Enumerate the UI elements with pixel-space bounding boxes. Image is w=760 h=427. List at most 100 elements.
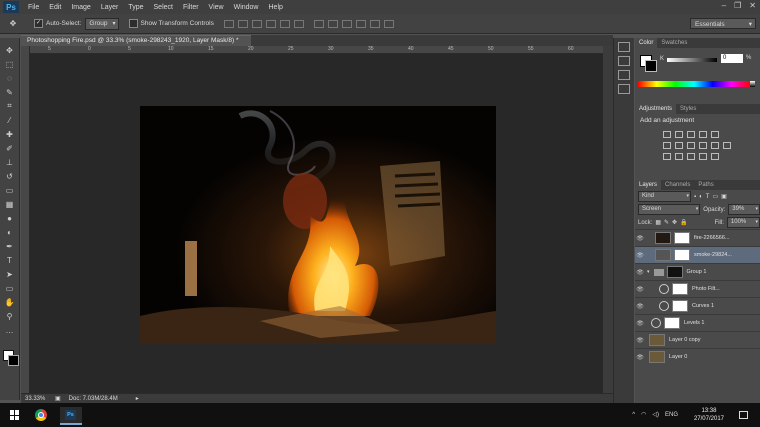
gradient-tool-icon[interactable]: ▦ [3, 198, 17, 210]
layer-row[interactable]: 👁 Photo Filt... [635, 280, 760, 297]
pen-tool-icon[interactable]: ✒ [3, 240, 17, 252]
align-right-icon[interactable] [293, 19, 304, 28]
tab-color[interactable]: Color [635, 38, 658, 48]
shape-tool-icon[interactable]: ▭ [3, 282, 17, 294]
doc-size[interactable]: Doc: 7.03M/28.4M [69, 396, 118, 402]
eyedropper-tool-icon[interactable]: ⁄ [3, 114, 17, 126]
zoom-level[interactable]: 33.33% [25, 396, 47, 402]
layer-name[interactable]: Layer 0 [669, 354, 687, 360]
clone-stamp-tool-icon[interactable]: ⊥ [3, 156, 17, 168]
color-spectrum[interactable] [638, 81, 750, 87]
brush-tool-icon[interactable]: ✐ [3, 142, 17, 154]
menu-image[interactable]: Image [66, 4, 95, 11]
align-center-icon[interactable] [279, 19, 290, 28]
channel-mixer-icon[interactable] [711, 142, 719, 149]
layer-mask-thumbnail[interactable] [674, 232, 690, 244]
photoshop-taskbar-button[interactable]: Ps [60, 407, 82, 425]
show-transform-checkbox[interactable] [128, 19, 138, 28]
levels-icon[interactable] [675, 131, 683, 138]
layer-row[interactable]: 👁 smoke-29824... [635, 246, 760, 263]
filter-adjust-icon[interactable]: ◐ [699, 194, 703, 200]
menu-view[interactable]: View [204, 4, 229, 11]
curves-icon[interactable] [687, 131, 695, 138]
layer-row[interactable]: 👁 ▾ Group 1 [635, 263, 760, 280]
layer-row[interactable]: 👁 Curves 1 [635, 297, 760, 314]
layer-row[interactable]: 👁 fire-2266566... [635, 229, 760, 246]
posterize-icon[interactable] [675, 153, 683, 160]
hand-tool-icon[interactable]: ✋ [3, 296, 17, 308]
align-top-icon[interactable] [223, 19, 234, 28]
eye-icon[interactable]: 👁 [635, 252, 645, 259]
healing-tool-icon[interactable]: ✚ [3, 128, 17, 140]
auto-select-option[interactable]: ✓ Auto-Select: [34, 19, 81, 28]
layer-row[interactable]: 👁 Layer 0 copy [635, 331, 760, 348]
zoom-tool-icon[interactable]: ⚲ [3, 310, 17, 322]
distribute-right-icon[interactable] [383, 19, 394, 28]
layer-name[interactable]: Levels 1 [684, 320, 705, 326]
gradient-map-icon[interactable] [711, 153, 719, 160]
hue-saturation-icon[interactable] [663, 142, 671, 149]
invert-icon[interactable] [663, 153, 671, 160]
distribute-middle-icon[interactable] [327, 19, 338, 28]
layer-name[interactable]: Photo Filt... [692, 286, 720, 292]
paragraph-panel-icon[interactable] [618, 84, 630, 94]
kind-filter-dropdown[interactable]: Kind [638, 191, 691, 202]
lock-pixels-icon[interactable]: ▦ [655, 219, 661, 226]
opacity-field[interactable]: 39% [728, 204, 760, 215]
tab-channels[interactable]: Channels [661, 180, 694, 190]
show-transform-option[interactable]: Show Transform Controls [128, 19, 214, 28]
path-select-tool-icon[interactable]: ➤ [3, 268, 17, 280]
align-left-icon[interactable] [265, 19, 276, 28]
document-tab[interactable]: Photoshopping Fire.psd @ 33.3% (smoke-29… [21, 35, 251, 46]
vibrance-icon[interactable] [711, 131, 719, 138]
menu-window[interactable]: Window [229, 4, 264, 11]
auto-select-checkbox[interactable]: ✓ [34, 19, 43, 28]
minimize-icon[interactable]: – [722, 1, 726, 10]
document-canvas[interactable] [140, 106, 496, 344]
layer-mask-thumbnail[interactable] [664, 317, 680, 329]
layer-row[interactable]: 👁 Levels 1 [635, 314, 760, 331]
black-white-ramp[interactable] [750, 81, 755, 87]
vertical-scrollbar[interactable] [603, 46, 613, 393]
character-panel-icon[interactable] [618, 70, 630, 80]
close-icon[interactable]: ✕ [749, 1, 756, 10]
lock-paint-icon[interactable]: ✎ [664, 219, 669, 226]
menu-filter[interactable]: Filter [178, 4, 204, 11]
status-arrow-icon[interactable]: ▸ [136, 395, 139, 402]
filter-type-icon[interactable]: T [706, 194, 710, 200]
history-brush-tool-icon[interactable]: ↺ [3, 170, 17, 182]
layer-name[interactable]: fire-2266566... [694, 235, 729, 241]
lock-all-icon[interactable]: 🔒 [680, 219, 687, 226]
clock[interactable]: 13:38 27/07/2017 [694, 407, 724, 423]
group-expand-icon[interactable]: ▾ [647, 269, 650, 275]
menu-help[interactable]: Help [264, 4, 288, 11]
quick-select-tool-icon[interactable]: ✎ [3, 86, 17, 98]
layer-mask-thumbnail[interactable] [672, 300, 688, 312]
align-middle-icon[interactable] [237, 19, 248, 28]
photo-filter-icon[interactable] [699, 142, 707, 149]
history-panel-icon[interactable] [618, 42, 630, 52]
brightness-icon[interactable] [663, 131, 671, 138]
filter-pixel-icon[interactable]: ▪ [694, 194, 696, 200]
distribute-top-icon[interactable] [313, 19, 324, 28]
eye-icon[interactable]: 👁 [635, 354, 645, 361]
workspace-dropdown[interactable]: Essentials [690, 18, 756, 30]
tab-adjustments[interactable]: Adjustments [635, 104, 677, 114]
blend-mode-dropdown[interactable]: Screen [638, 204, 701, 215]
tool-color-swatches[interactable] [3, 350, 19, 366]
blur-tool-icon[interactable]: ● [3, 212, 17, 224]
black-white-icon[interactable] [687, 142, 695, 149]
layer-name[interactable]: Curves 1 [692, 303, 714, 309]
eye-icon[interactable]: 👁 [635, 269, 645, 276]
eye-icon[interactable]: 👁 [635, 286, 645, 293]
language-indicator[interactable]: ENG [665, 412, 678, 418]
more-tools-icon[interactable]: … [3, 324, 17, 336]
properties-panel-icon[interactable] [618, 56, 630, 66]
layer-row[interactable]: 👁 Layer 0 [635, 348, 760, 365]
exposure-icon[interactable] [699, 131, 707, 138]
restore-icon[interactable]: ❐ [734, 1, 741, 10]
wifi-icon[interactable]: ◠ [641, 411, 646, 418]
chrome-icon[interactable] [35, 409, 47, 421]
filter-shape-icon[interactable]: ▭ [712, 193, 718, 200]
color-lookup-icon[interactable] [723, 142, 731, 149]
